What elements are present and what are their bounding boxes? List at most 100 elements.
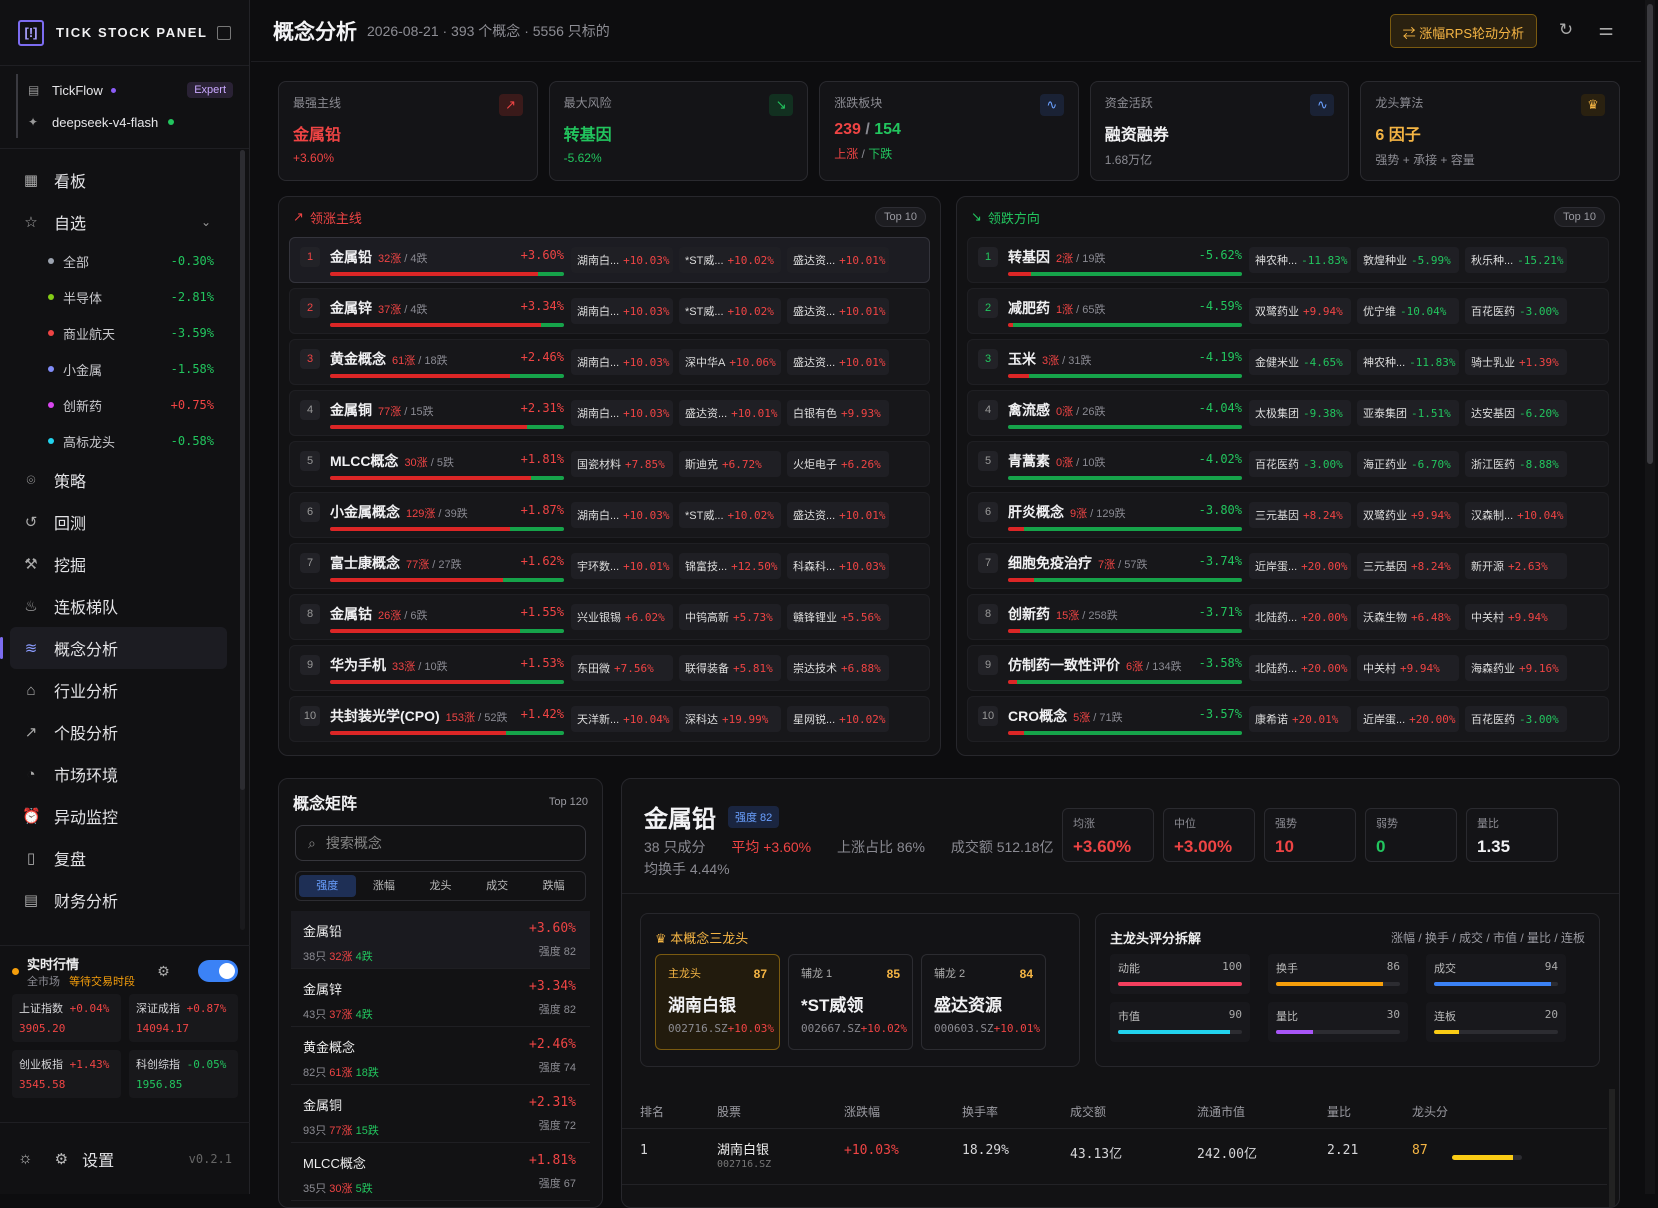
stock-chip[interactable]: 海森药业 +9.16% — [1465, 655, 1567, 681]
concept-row[interactable]: 5 青蒿素 0涨 / 10跌 -4.02% 百花医药 -3.00% 海正药业 -6.70% 浙江… — [967, 441, 1609, 487]
data-source-item[interactable]: ▤ TickFlow Expert — [16, 74, 233, 106]
settings-link[interactable]: 设置 — [82, 1147, 114, 1171]
stock-chip[interactable]: 斯迪克 +6.72% — [679, 451, 781, 477]
stock-chip[interactable]: 近岸蛋... +20.00% — [1249, 553, 1351, 579]
nav-item[interactable]: ↗ 个股分析 — [0, 711, 249, 753]
stock-chip[interactable]: 东田微 +7.56% — [571, 655, 673, 681]
concept-row[interactable]: 8 金属钴 26涨 / 6跌 +1.55% 兴业银锡 +6.02% 中钨高新 +5.73% 赣锋… — [289, 594, 930, 640]
stock-chip[interactable]: 双鹭药业 +9.94% — [1249, 298, 1351, 324]
index-card[interactable]: 上证指数 +0.04% 3905.20 — [12, 994, 121, 1042]
column-header[interactable]: 排名 — [640, 1103, 664, 1120]
stock-chip[interactable]: 秋乐种... -15.21% — [1465, 247, 1567, 273]
concept-row[interactable]: 5 MLCC概念 30涨 / 5跌 +1.81% 国瓷材料 +7.85% 斯迪克 +6.72%… — [289, 441, 930, 487]
stock-chip[interactable]: 中关村 +9.94% — [1465, 604, 1567, 630]
watchlist-item[interactable]: 创新药 +0.75% — [0, 387, 249, 423]
stock-chip[interactable]: 联得装备 +5.81% — [679, 655, 781, 681]
stock-chip[interactable]: 海正药业 -6.70% — [1357, 451, 1459, 477]
concept-row[interactable]: 3 黄金概念 61涨 / 18跌 +2.46% 湖南白... +10.03% 深中华A +10… — [289, 339, 930, 385]
stock-chip[interactable]: 崇达技术 +6.88% — [787, 655, 889, 681]
stock-chip[interactable]: 宇环数... +10.01% — [571, 553, 673, 579]
concept-row[interactable]: 2 减肥药 1涨 / 65跌 -4.59% 双鹭药业 +9.94% 优宁维 -10.04% 百花… — [967, 288, 1609, 334]
stock-chip[interactable]: 赣锋锂业 +5.56% — [787, 604, 889, 630]
stock-chip[interactable]: 国瓷材料 +7.85% — [571, 451, 673, 477]
stock-chip[interactable]: 优宁维 -10.04% — [1357, 298, 1459, 324]
stock-chip[interactable]: 三元基因 +8.24% — [1357, 553, 1459, 579]
stock-chip[interactable]: 汉森制... +10.04% — [1465, 502, 1567, 528]
stock-chip[interactable]: 深科达 +19.99% — [679, 706, 781, 732]
nav-item[interactable]: ⚒ 挖掘 — [0, 543, 249, 585]
stock-chip[interactable]: 湖南白... +10.03% — [571, 502, 673, 528]
column-header[interactable]: 换手率 — [962, 1103, 998, 1120]
collapse-sidebar-icon[interactable] — [217, 25, 231, 40]
concept-row[interactable]: 4 禽流感 0涨 / 26跌 -4.04% 太极集团 -9.38% 亚泰集团 -1.51% 达安… — [967, 390, 1609, 436]
stock-chip[interactable]: 骑士乳业 +1.39% — [1465, 349, 1567, 375]
sliders-icon[interactable]: ⚌ — [1595, 20, 1617, 42]
tab-跌幅[interactable]: 跌幅 — [525, 875, 582, 897]
stock-chip[interactable]: 盛达资... +10.01% — [787, 502, 889, 528]
stock-chip[interactable]: 锦富技... +12.50% — [679, 553, 781, 579]
stock-chip[interactable]: *ST威... +10.02% — [679, 298, 781, 324]
concept-row[interactable]: 4 金属铜 77涨 / 15跌 +2.31% 湖南白... +10.03% 盛达资... +1… — [289, 390, 930, 436]
nav-item[interactable]: ≋ 概念分析 — [0, 627, 227, 669]
stock-chip[interactable]: 火炬电子 +6.26% — [787, 451, 889, 477]
concept-row[interactable]: 7 富士康概念 77涨 / 27跌 +1.62% 宇环数... +10.01% 锦富技...… — [289, 543, 930, 589]
realtime-toggle[interactable] — [198, 960, 238, 982]
concept-row[interactable]: 8 创新药 15涨 / 258跌 -3.71% 北陆药... +20.00% 沃森生物 +6.… — [967, 594, 1609, 640]
concept-row[interactable]: 3 玉米 3涨 / 31跌 -4.19% 金健米业 -4.65% 神农种... -11.83%… — [967, 339, 1609, 385]
concept-row[interactable]: 1 转基因 2涨 / 19跌 -5.62% 神农种... -11.83% 敦煌种业 -5.99… — [967, 237, 1609, 283]
rps-rotation-button[interactable]: ⇄ 涨幅RPS轮动分析 — [1389, 13, 1537, 48]
tab-成交[interactable]: 成交 — [469, 875, 526, 897]
refresh-icon[interactable]: ↻ — [1555, 20, 1577, 42]
concept-row[interactable]: 6 小金属概念 129涨 / 39跌 +1.87% 湖南白... +10.03% *ST威.… — [289, 492, 930, 538]
stock-chip[interactable]: 湖南白... +10.03% — [571, 247, 673, 273]
watchlist-item[interactable]: 半导体 -2.81% — [0, 279, 249, 315]
stock-chip[interactable]: 盛达资... +10.01% — [787, 349, 889, 375]
matrix-item[interactable]: 金属铅 +3.60% 38只 32涨 4跌 强度 82 — [291, 911, 590, 969]
stock-chip[interactable]: 双鹭药业 +9.94% — [1357, 502, 1459, 528]
stock-chip[interactable]: 三元基因 +8.24% — [1249, 502, 1351, 528]
stock-chip[interactable]: *ST威... +10.02% — [679, 502, 781, 528]
stock-chip[interactable]: 北陆药... +20.00% — [1249, 655, 1351, 681]
table-row[interactable]: 1 湖南白银 002716.SZ +10.03% 18.29% 43.13亿 2… — [622, 1129, 1607, 1185]
stock-chip[interactable]: 百花医药 -3.00% — [1465, 298, 1567, 324]
stock-chip[interactable]: 湖南白... +10.03% — [571, 298, 673, 324]
index-card[interactable]: 创业板指 +1.43% 3545.58 — [12, 1050, 121, 1098]
dragon-card[interactable]: 辅龙 1 85 *ST威领 002667.SZ+10.02% — [788, 954, 913, 1050]
stock-chip[interactable]: 科森科... +10.03% — [787, 553, 889, 579]
stock-chip[interactable]: 兴业银锡 +6.02% — [571, 604, 673, 630]
nav-item-dashboard[interactable]: ▦ 看板 — [0, 159, 249, 201]
nav-item[interactable]: ♨ 连板梯队 — [0, 585, 249, 627]
index-card[interactable]: 科创综指 -0.05% 1956.85 — [129, 1050, 238, 1098]
column-header[interactable]: 量比 — [1327, 1103, 1351, 1120]
tab-涨幅[interactable]: 涨幅 — [356, 875, 413, 897]
concept-row[interactable]: 7 细胞免疫治疗 7涨 / 57跌 -3.74% 近岸蛋... +20.00% 三元基因 +8… — [967, 543, 1609, 589]
stock-chip[interactable]: 神农种... -11.83% — [1249, 247, 1351, 273]
stock-chip[interactable]: 盛达资... +10.01% — [787, 298, 889, 324]
nav-item[interactable]: ⏰ 异动监控 — [0, 795, 249, 837]
nav-item[interactable]: ▯ 复盘 — [0, 837, 249, 879]
nav-item[interactable]: ↺ 回测 — [0, 501, 249, 543]
concept-row[interactable]: 9 华为手机 33涨 / 10跌 +1.53% 东田微 +7.56% 联得装备 +5.81% 崇… — [289, 645, 930, 691]
column-header[interactable]: 龙头分 — [1412, 1103, 1448, 1120]
nav-item[interactable]: ▤ 财务分析 — [0, 879, 249, 921]
stock-chip[interactable]: *ST威... +10.02% — [679, 247, 781, 273]
index-card[interactable]: 深证成指 +0.87% 14094.17 — [129, 994, 238, 1042]
search-input[interactable]: 搜索概念 — [326, 833, 382, 853]
stock-chip[interactable]: 达安基因 -6.20% — [1465, 400, 1567, 426]
stock-chip[interactable]: 天洋新... +10.04% — [571, 706, 673, 732]
stock-chip[interactable]: 湖南白... +10.03% — [571, 349, 673, 375]
column-header[interactable]: 股票 — [717, 1103, 741, 1120]
nav-item[interactable]: ◔ 市场环境 — [0, 753, 249, 795]
settings-gear-icon[interactable]: ⚙ — [55, 1150, 68, 1168]
concept-row[interactable]: 10 共封装光学(CPO) 153涨 / 52跌 +1.42% 天洋新... +10.04… — [289, 696, 930, 742]
stock-chip[interactable]: 北陆药... +20.00% — [1249, 604, 1351, 630]
stock-chip[interactable]: 敦煌种业 -5.99% — [1357, 247, 1459, 273]
watchlist-item[interactable]: 商业航天 -3.59% — [0, 315, 249, 351]
gear-icon[interactable]: ⚙ — [157, 963, 170, 980]
concept-row[interactable]: 9 仿制药一致性评价 6涨 / 134跌 -3.58% 北陆药... +20.00% 中关村… — [967, 645, 1609, 691]
stock-chip[interactable]: 中关村 +9.94% — [1357, 655, 1459, 681]
stock-chip[interactable]: 浙江医药 -8.88% — [1465, 451, 1567, 477]
model-item[interactable]: ✦ deepseek-v4-flash — [16, 106, 233, 138]
matrix-item[interactable]: MLCC概念 +1.81% 35只 30涨 5跌 强度 67 — [291, 1143, 590, 1201]
stock-chip[interactable]: 盛达资... +10.01% — [679, 400, 781, 426]
